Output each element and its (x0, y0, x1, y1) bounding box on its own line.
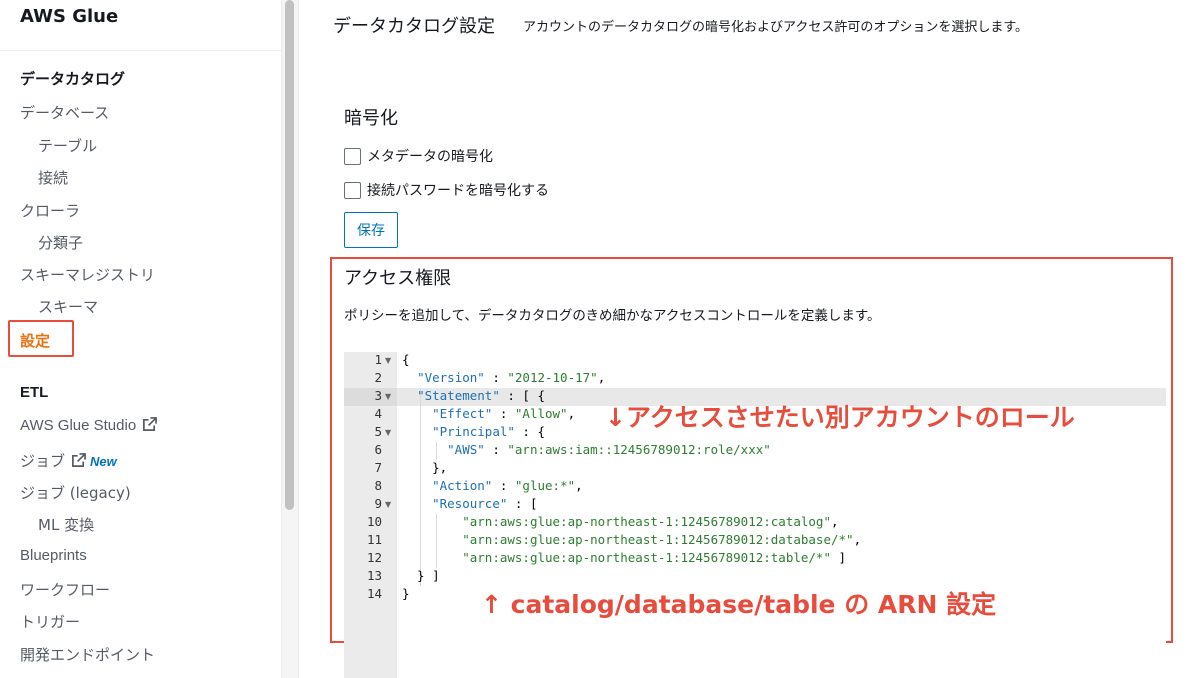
code-line: { (402, 352, 410, 367)
glue-studio-label: AWS Glue Studio (20, 417, 137, 434)
sidebar-heading-data-catalog: データカタログ (20, 70, 126, 88)
line-number: 3 (374, 388, 382, 403)
sidebar-item-jobs[interactable]: ジョブ New (20, 450, 117, 472)
fold-marker-icon[interactable]: ▼ (385, 356, 391, 365)
metadata-encryption-checkbox[interactable] (344, 147, 361, 165)
policy-resource-table: "arn:aws:glue:ap-northeast-1:12456789012… (462, 550, 831, 565)
metadata-encryption-label: メタデータの暗号化 (367, 149, 493, 165)
code-line: "Principal" : { (432, 424, 546, 439)
sidebar-item-workflows[interactable]: ワークフロー (20, 579, 110, 600)
service-title[interactable]: AWS Glue (20, 6, 118, 27)
policy-resource-database: "arn:aws:glue:ap-northeast-1:12456789012… (462, 532, 854, 547)
line-number: 13 (366, 568, 382, 583)
code-line: "Action" : "glue:*", (432, 478, 583, 493)
sidebar-item-connections[interactable]: 接続 (38, 167, 68, 188)
sidebar-item-jobs-legacy[interactable]: ジョブ (legacy) (20, 482, 131, 503)
policy-effect: "Allow" (514, 406, 568, 421)
main-content: データカタログ設定 アカウントのデータカタログの暗号化およびアクセス許可のオプシ… (299, 0, 1200, 678)
sidebar-item-crawlers[interactable]: クローラ (20, 200, 80, 221)
code-line: "arn:aws:glue:ap-northeast-1:12456789012… (462, 514, 839, 529)
code-line: "Resource" : [ (432, 496, 538, 511)
password-encryption-label: 接続パスワードを暗号化する (367, 183, 549, 199)
encryption-title: 暗号化 (344, 108, 398, 129)
annotation-role: ↓アクセスさせたい別アカウントのロール (605, 403, 1075, 432)
line-number: 14 (366, 586, 382, 601)
annotation-arn: ↑ catalog/database/table の ARN 設定 (481, 590, 997, 619)
code-line: "arn:aws:glue:ap-northeast-1:12456789012… (462, 550, 847, 565)
brand-divider (0, 50, 282, 51)
line-number: 4 (374, 406, 382, 421)
external-link-icon (142, 417, 158, 436)
sidebar-scroll-thumb[interactable] (285, 0, 294, 510)
line-number: 11 (366, 532, 382, 547)
code-line: } ] (402, 568, 440, 583)
sidebar-item-blueprints[interactable]: Blueprints (20, 547, 87, 564)
line-number: 1 (374, 352, 382, 367)
policy-action: "glue:*" (514, 478, 576, 493)
line-number: 6 (374, 442, 382, 457)
sidebar-item-classifiers[interactable]: 分類子 (38, 232, 83, 253)
password-encryption-option[interactable]: 接続パスワードを暗号化する (344, 180, 549, 200)
line-number: 12 (366, 550, 382, 565)
sidebar-item-settings[interactable]: 設定 (20, 330, 50, 351)
metadata-encryption-option[interactable]: メタデータの暗号化 (344, 146, 493, 166)
sidebar-item-tables[interactable]: テーブル (38, 135, 97, 156)
sidebar-item-dev-endpoints[interactable]: 開発エンドポイント (20, 644, 155, 665)
save-button[interactable]: 保存 (344, 212, 398, 248)
fold-marker-icon[interactable]: ▼ (385, 428, 391, 437)
external-link-icon (71, 453, 86, 472)
sidebar-heading-etl: ETL (20, 384, 49, 401)
policy-principal-arn: "arn:aws:iam::12456789012:role/xxx" (507, 442, 771, 457)
line-number: 7 (374, 460, 382, 475)
fold-marker-icon[interactable]: ▼ (385, 500, 391, 509)
policy-resource-catalog: "arn:aws:glue:ap-northeast-1:12456789012… (462, 514, 831, 529)
sidebar-item-databases[interactable]: データベース (20, 102, 109, 123)
jobs-label: ジョブ (20, 452, 66, 470)
fold-marker-icon[interactable]: ▼ (385, 392, 391, 401)
sidebar-item-glue-studio[interactable]: AWS Glue Studio (20, 417, 158, 436)
sidebar-item-ml-transforms[interactable]: ML 変換 (38, 514, 94, 535)
sidebar-item-triggers[interactable]: トリガー (20, 611, 80, 632)
sidebar-item-schemas[interactable]: スキーマ (38, 296, 98, 317)
code-line: "Version" : "2012-10-17", (417, 370, 606, 385)
password-encryption-checkbox[interactable] (344, 181, 361, 199)
line-number: 10 (366, 514, 382, 529)
policy-version: "2012-10-17" (507, 370, 598, 385)
code-line: }, (402, 460, 448, 475)
code-line: "AWS" : "arn:aws:iam::12456789012:role/x… (447, 442, 771, 457)
code-line: "Statement" : [ { (417, 388, 546, 403)
access-description: ポリシーを追加して、データカタログのきめ細かなアクセスコントロールを定義します。 (344, 308, 881, 324)
code-line: "arn:aws:glue:ap-northeast-1:12456789012… (462, 532, 862, 547)
new-badge: New (90, 454, 117, 469)
code-line: } (402, 586, 410, 601)
page-title: データカタログ設定 (333, 16, 495, 37)
line-number: 5 (374, 424, 382, 439)
page-description: アカウントのデータカタログの暗号化およびアクセス許可のオプションを選択します。 (523, 20, 1029, 35)
line-number: 9 (374, 496, 382, 511)
code-line: "Effect" : "Allow", (432, 406, 576, 421)
access-title: アクセス権限 (344, 268, 452, 289)
line-number: 2 (374, 370, 382, 385)
sidebar: AWS Glue データカタログ データベース テーブル 接続 クローラ 分類子… (0, 0, 282, 678)
line-number: 8 (374, 478, 382, 493)
sidebar-item-schema-registry[interactable]: スキーマレジストリ (20, 264, 155, 285)
